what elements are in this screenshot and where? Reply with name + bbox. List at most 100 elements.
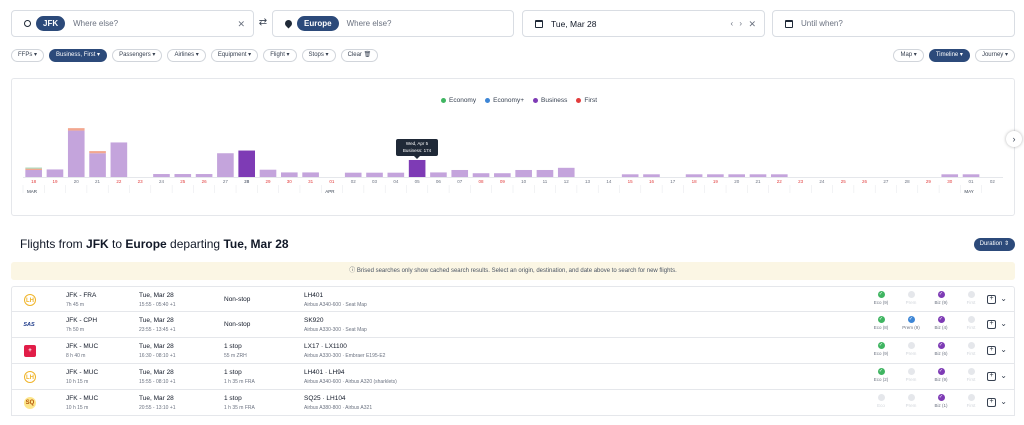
results-title: Flights from JFK to Europe departing Tue…	[20, 237, 289, 251]
chart-next-button[interactable]: ›	[1006, 131, 1022, 147]
equipment-text[interactable]: Airbus A330-300 · Seat Map	[304, 327, 367, 333]
cabin-availability[interactable]: First	[960, 342, 982, 356]
flight-times: 16:30 - 08:10 +1	[139, 353, 176, 359]
bar-first	[67, 128, 85, 131]
bar-business[interactable]	[621, 174, 639, 177]
flight-row[interactable]: SQ JFK - MUC 10 h 15 m Tue, Mar 28 20:55 - 1…	[11, 390, 1015, 416]
cabin-label: Biz (9)	[934, 377, 948, 382]
duration-text: 10 h 15 m	[66, 379, 89, 385]
bar-business[interactable]	[685, 174, 703, 177]
cabin-availability[interactable]: ✓ Eco (9)	[870, 342, 892, 356]
bar-business[interactable]	[494, 173, 511, 177]
x-tick-label: 23	[798, 179, 804, 184]
cabin-availability[interactable]: Eco	[870, 394, 892, 408]
cabin-availability[interactable]: Prem	[900, 291, 922, 305]
cabin-availability[interactable]: First	[960, 368, 982, 382]
flight-cell: SK920 Airbus A330-300 · Seat Map	[304, 317, 367, 333]
bar-first	[89, 151, 106, 154]
chevron-down-icon[interactable]: ⌄	[1000, 371, 1007, 380]
bar-business[interactable]	[643, 174, 660, 177]
route-cell: JFK - MUC 10 h 15 m	[66, 369, 98, 385]
bar-business[interactable]	[430, 172, 447, 177]
bar-business[interactable]	[153, 174, 170, 177]
bar-business[interactable]	[728, 174, 746, 177]
chevron-down-icon[interactable]: ⌄	[1000, 294, 1007, 303]
bar-business[interactable]	[67, 130, 85, 177]
bar-business[interactable]	[110, 142, 128, 177]
add-icon[interactable]: +	[987, 295, 996, 304]
flight-row[interactable]: LH JFK - MUC 10 h 15 m Tue, Mar 28 15:55 - 0…	[11, 364, 1015, 390]
chevron-down-icon[interactable]: ⌄	[1000, 397, 1007, 406]
equipment-text[interactable]: Airbus A330-300 · Embraer E195-E2	[304, 353, 385, 359]
bar-business[interactable]	[280, 172, 298, 177]
cabin-availability[interactable]: Prem	[900, 368, 922, 382]
add-icon[interactable]: +	[987, 320, 996, 329]
add-icon[interactable]: +	[987, 398, 996, 407]
x-tick-label: 24	[819, 179, 825, 184]
bar-business[interactable]	[302, 172, 319, 177]
cabin-availability[interactable]: Prem	[900, 394, 922, 408]
equipment-text[interactable]: Airbus A340-600 · Seat Map	[304, 302, 367, 308]
bar-business[interactable]	[557, 167, 575, 177]
cabin-availability[interactable]: ✓ Biz (9)	[930, 368, 952, 382]
add-icon[interactable]: +	[987, 372, 996, 381]
cabin-availability[interactable]: First	[960, 394, 982, 408]
equipment-text[interactable]: Airbus A340-600 · Airbus A320 (sharklets…	[304, 379, 397, 385]
cabin-availability[interactable]: ✓ Eco (8)	[870, 316, 892, 330]
cabin-availability[interactable]: ✓ Biz (4)	[930, 316, 952, 330]
bar-business[interactable]	[195, 174, 213, 177]
x-tick-label: 08	[479, 179, 485, 184]
cabin-availability[interactable]: First	[960, 291, 982, 305]
bar-business[interactable]	[89, 153, 106, 177]
cabin-availability[interactable]: ✓ Biz (1)	[930, 394, 952, 408]
bar-business[interactable]	[387, 172, 405, 177]
bar-business[interactable]	[515, 169, 532, 177]
x-tick-label: 15	[628, 179, 634, 184]
unavailable-icon	[907, 394, 915, 401]
x-tick-label: 05	[415, 179, 421, 184]
bar-business[interactable]	[536, 169, 554, 177]
bar-business[interactable]	[707, 174, 724, 177]
bar-business[interactable]	[408, 159, 426, 177]
route-text: JFK - MUC	[66, 343, 99, 350]
bar-business[interactable]	[344, 172, 362, 177]
cabin-label: First	[966, 300, 976, 305]
equipment-text[interactable]: Airbus A380-800 · Airbus A321	[304, 405, 372, 411]
cabin-availability[interactable]: ✓ Eco (9)	[870, 291, 892, 305]
cabin-availability[interactable]: ✓ Biz (9)	[930, 291, 952, 305]
flight-row[interactable]: + JFK - MUC 8 h 40 m Tue, Mar 28 16:30 - 08:…	[11, 338, 1015, 364]
cabin-label: Biz (9)	[934, 300, 948, 305]
bar-business[interactable]	[259, 169, 277, 177]
flight-row[interactable]: LH JFK - FRA 7h 45 m Tue, Mar 28 15:55 - 05:…	[11, 286, 1015, 312]
bar-business[interactable]	[217, 153, 234, 177]
cabin-availability[interactable]: ✓ Biz (6)	[930, 342, 952, 356]
bar-business[interactable]	[46, 169, 64, 177]
bar-business[interactable]	[238, 150, 256, 177]
cabin-availability[interactable]: Prem	[900, 342, 922, 356]
cabin-availability[interactable]: First	[960, 316, 982, 330]
route-text: JFK - MUC	[66, 395, 99, 402]
flight-row[interactable]: SAS JFK - CPH 7h 50 m Tue, Mar 28 23:55 - 13…	[11, 312, 1015, 338]
bar-business[interactable]	[941, 174, 959, 177]
cabin-availability[interactable]: ✓ Prem (9)	[900, 316, 922, 330]
sort-button[interactable]: Duration ⇕	[973, 238, 1015, 251]
stops-cell: Non-stop	[224, 321, 250, 328]
bar-business[interactable]	[174, 174, 192, 177]
bar-business[interactable]	[25, 169, 42, 177]
flight-date: Tue, Mar 28	[139, 395, 174, 402]
bar-business[interactable]	[472, 173, 490, 177]
chevron-down-icon[interactable]: ⌄	[1000, 345, 1007, 354]
bar-business[interactable]	[366, 172, 383, 177]
chevron-down-icon[interactable]: ⌄	[1000, 319, 1007, 328]
add-icon[interactable]: +	[987, 346, 996, 355]
bar-business[interactable]	[770, 174, 788, 177]
bar-business[interactable]	[749, 174, 767, 177]
x-tick-label: 17	[670, 179, 676, 184]
cabin-availability[interactable]: ✓ Eco (2)	[870, 368, 892, 382]
cabin-label: Prem	[905, 351, 917, 356]
bar-business[interactable]	[451, 169, 469, 177]
bar-business[interactable]	[962, 174, 980, 177]
unavailable-icon	[877, 394, 885, 401]
x-tick-label: 31	[308, 179, 314, 184]
check-icon: ✓	[937, 394, 945, 401]
